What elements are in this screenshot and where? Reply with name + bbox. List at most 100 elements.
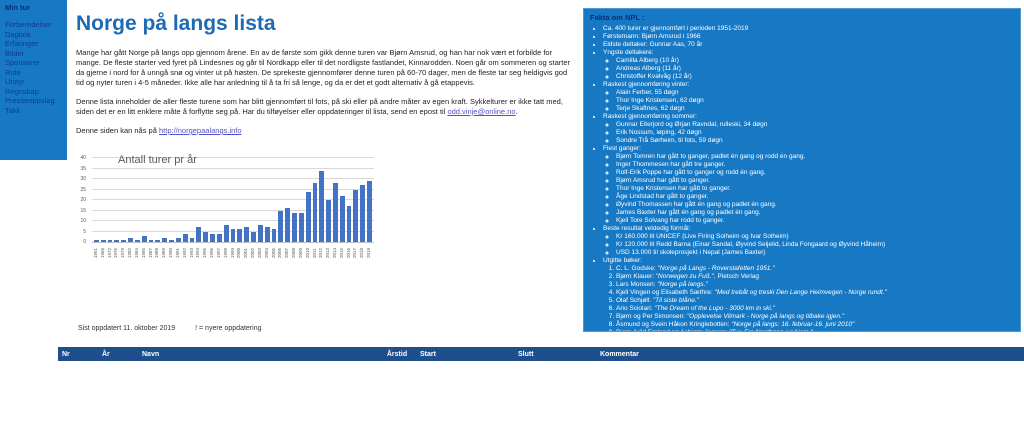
column-header-kommentar: Kommentar	[596, 347, 1024, 361]
sidebar-item-rute[interactable]: Rute	[5, 68, 67, 78]
x-tick-label: 1989	[162, 243, 167, 258]
chart-x-axis: 1951196619721976197919821984198519871988…	[92, 243, 374, 258]
page-title: Norge på langs lista	[76, 12, 576, 36]
x-tick-label: 2019	[367, 243, 372, 258]
fact-item: Thor Inge Kristensen, 62 døgn	[616, 97, 1014, 105]
bar-2005	[272, 229, 277, 242]
fact-item: Åsmund og Svein Håkon Kringlebotten: "No…	[616, 321, 1014, 329]
bar-2018	[360, 185, 365, 242]
x-tick-label: 2004	[265, 243, 270, 258]
x-tick-label: 2007	[285, 243, 290, 258]
x-tick-label: 2010	[306, 243, 311, 258]
x-tick-label: 1951	[94, 243, 99, 258]
x-tick-label: 2008	[292, 243, 297, 258]
fact-item: Olaf Schjøll: "Til siste blåne."	[616, 297, 1014, 305]
tours-table: NrÅrNavnÅrstidStartSluttKommentar	[58, 347, 1024, 361]
fact-item: Kr 160.000 til UNICEF (Live Firing Solhe…	[616, 233, 1014, 241]
sidebar-item-dagbok[interactable]: Dagbok	[5, 30, 67, 40]
sidebar-item-utstyr[interactable]: Utstyr	[5, 77, 67, 87]
bar-1995	[203, 232, 208, 243]
x-tick-label: 2018	[360, 243, 365, 258]
last-updated-line: Sist oppdatert 11. oktober 2019 ! = nyer…	[78, 325, 261, 332]
sidebar-item-bilder[interactable]: Bilder	[5, 49, 67, 59]
fact-item: Camilla Alberg (10 år)	[616, 57, 1014, 65]
paragraph-text: .	[516, 107, 518, 116]
x-tick-label: 1984	[135, 243, 140, 258]
sidebar-item-sponsorer[interactable]: Sponsorer	[5, 58, 67, 68]
fact-item: Raskest gjennomføring vinter:Alain Ferbe…	[603, 81, 1014, 113]
list-description-paragraph: Denne lista inneholder de aller fleste t…	[76, 97, 576, 117]
intro-paragraph: Mange har gått Norge på langs opp gjenno…	[76, 48, 576, 88]
bar-1992	[183, 234, 188, 242]
x-tick-label: 1993	[190, 243, 195, 258]
x-tick-label: 2013	[326, 243, 331, 258]
chart-title: Antall turer pr år	[118, 154, 197, 166]
x-tick-label: 2003	[258, 243, 263, 258]
x-tick-label: 2002	[251, 243, 256, 258]
email-link[interactable]: odd.vinje@online.no	[447, 107, 515, 116]
column-header-årstid: Årstid	[378, 347, 416, 361]
fact-item: Sondre Trå Sørheim, til fots, 59 døgn	[616, 137, 1014, 145]
chart-plot-area	[92, 158, 374, 243]
fact-item: Kr 120.000 til Redd Barna (Einar Sandal,…	[616, 241, 1014, 249]
update-note: ! = nyere oppdatering	[195, 325, 261, 332]
y-tick-label: 0	[83, 239, 86, 245]
bar-1976	[114, 240, 119, 242]
fact-item: Terje Skaftnes, 62 døgn	[616, 105, 1014, 113]
sidebar-item-regnskap[interactable]: Regnskap	[5, 87, 67, 97]
bar-1990	[169, 240, 174, 242]
bar-1987	[149, 240, 154, 242]
fact-item: Åge Lindstad har gått to ganger.	[616, 193, 1014, 201]
fact-item: Beste resultat veldedig formål:Kr 160.00…	[603, 225, 1014, 257]
y-tick-label: 5	[83, 229, 86, 235]
y-tick-label: 15	[80, 208, 86, 214]
fact-item: C. L. Godske: "Norge på Langs - Roversta…	[616, 265, 1014, 273]
column-header-nr: Nr	[58, 347, 98, 361]
x-tick-label: 1992	[183, 243, 188, 258]
facts-list: Ca. 400 turer er gjennomført i perioden …	[590, 25, 1014, 332]
fact-item: Andreas Alberg (11 år)	[616, 65, 1014, 73]
bar-1993	[190, 238, 195, 242]
x-tick-label: 1987	[149, 243, 154, 258]
tours-per-year-chart: Antall turer pr år 0510152025303540 1951…	[76, 132, 376, 258]
bar-2002	[251, 232, 256, 243]
bar-2000	[237, 229, 242, 242]
y-tick-label: 40	[80, 155, 86, 161]
bar-2010	[306, 192, 311, 242]
x-tick-label: 1998	[224, 243, 229, 258]
x-tick-label: 2011	[313, 243, 318, 258]
facts-title: Fakta om NPL :	[590, 13, 1014, 22]
bar-2017	[353, 190, 358, 243]
fact-item: Bjørn og Per Simonsen: "Opplevelse Vilma…	[616, 313, 1014, 321]
sidebar-item-forberedelser[interactable]: Forberedelser	[5, 20, 67, 30]
sidebar-item-takk[interactable]: Takk	[5, 106, 67, 116]
bar-2019	[367, 181, 372, 242]
sidebar-item-erfaringer[interactable]: Erfaringer	[5, 39, 67, 49]
x-tick-label: 2006	[278, 243, 283, 258]
bar-1966	[101, 240, 106, 242]
sidebar-item-presseoppslag[interactable]: Presseoppslag	[5, 96, 67, 106]
bar-1982	[128, 238, 133, 242]
fact-item: Førstemann: Bjørn Amsrud i 1966	[603, 33, 1014, 41]
sidebar: Min tur ForberedelserDagbokErfaringerBil…	[0, 0, 67, 160]
bar-1989	[162, 238, 167, 242]
bar-2008	[292, 213, 297, 242]
fact-item: Bjørn Tomren har gått to ganger, padlet …	[616, 153, 1014, 161]
x-tick-label: 1966	[101, 243, 106, 258]
chart-bars	[92, 158, 374, 242]
x-tick-label: 2015	[340, 243, 345, 258]
last-updated-text: Sist oppdatert 11. oktober 2019	[78, 325, 175, 332]
bar-2006	[278, 211, 283, 243]
fact-item: USD 13.000 til skoleprosjekt i Nepal (Ja…	[616, 249, 1014, 257]
fact-item: Bjørn Klauer: "Norwegen zu Fuß.", Pietsc…	[616, 273, 1014, 281]
bar-2004	[265, 227, 270, 242]
fact-item: James Baxter har gått én gang og padlet …	[616, 209, 1014, 217]
x-tick-label: 2016	[347, 243, 352, 258]
fact-item: Erik Nossum, løping, 42 døgn	[616, 129, 1014, 137]
x-tick-label: 2000	[237, 243, 242, 258]
bar-2014	[333, 183, 338, 242]
fact-item: Øyvind Thomassen har gått én gang og pad…	[616, 201, 1014, 209]
bar-2013	[326, 200, 331, 242]
fact-item: Christoffer Kvalvåg (12 år)	[616, 73, 1014, 81]
x-tick-label: 1999	[231, 243, 236, 258]
